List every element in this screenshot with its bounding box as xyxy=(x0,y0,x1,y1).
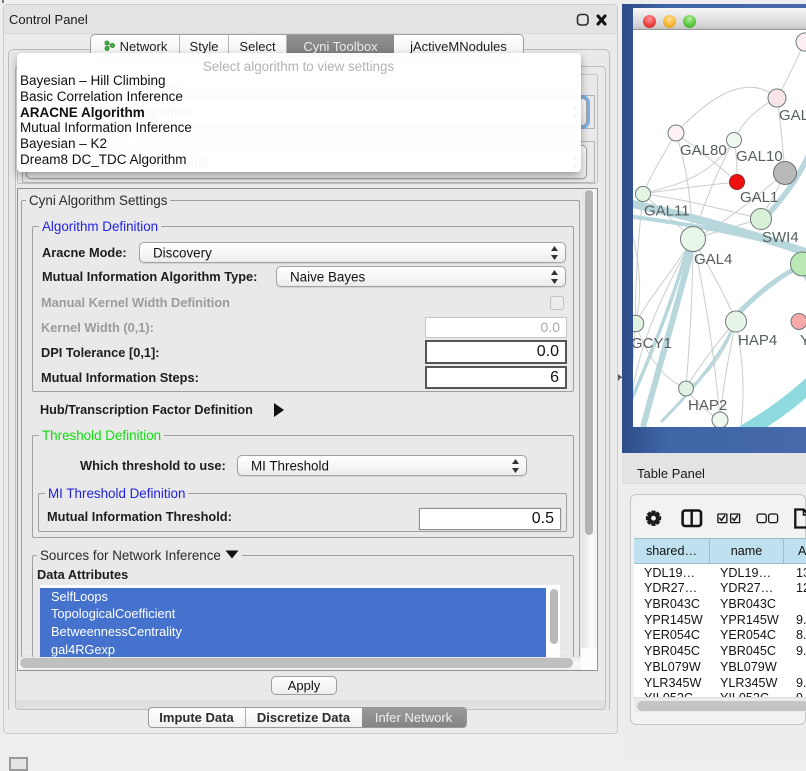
svg-text:GAL80: GAL80 xyxy=(680,142,727,159)
svg-text:HAP4: HAP4 xyxy=(738,332,777,349)
svg-text:GCY1: GCY1 xyxy=(633,335,672,352)
svg-text:GAL10: GAL10 xyxy=(736,148,783,165)
svg-text:Y: Y xyxy=(800,332,806,349)
svg-text:GAL1: GAL1 xyxy=(740,189,778,206)
svg-text:GAL4: GAL4 xyxy=(694,251,732,268)
svg-text:GAL: GAL xyxy=(779,107,806,124)
svg-text:HAP2: HAP2 xyxy=(688,397,727,414)
svg-text:SWI4: SWI4 xyxy=(762,229,799,246)
svg-text:GAL11: GAL11 xyxy=(644,203,690,220)
